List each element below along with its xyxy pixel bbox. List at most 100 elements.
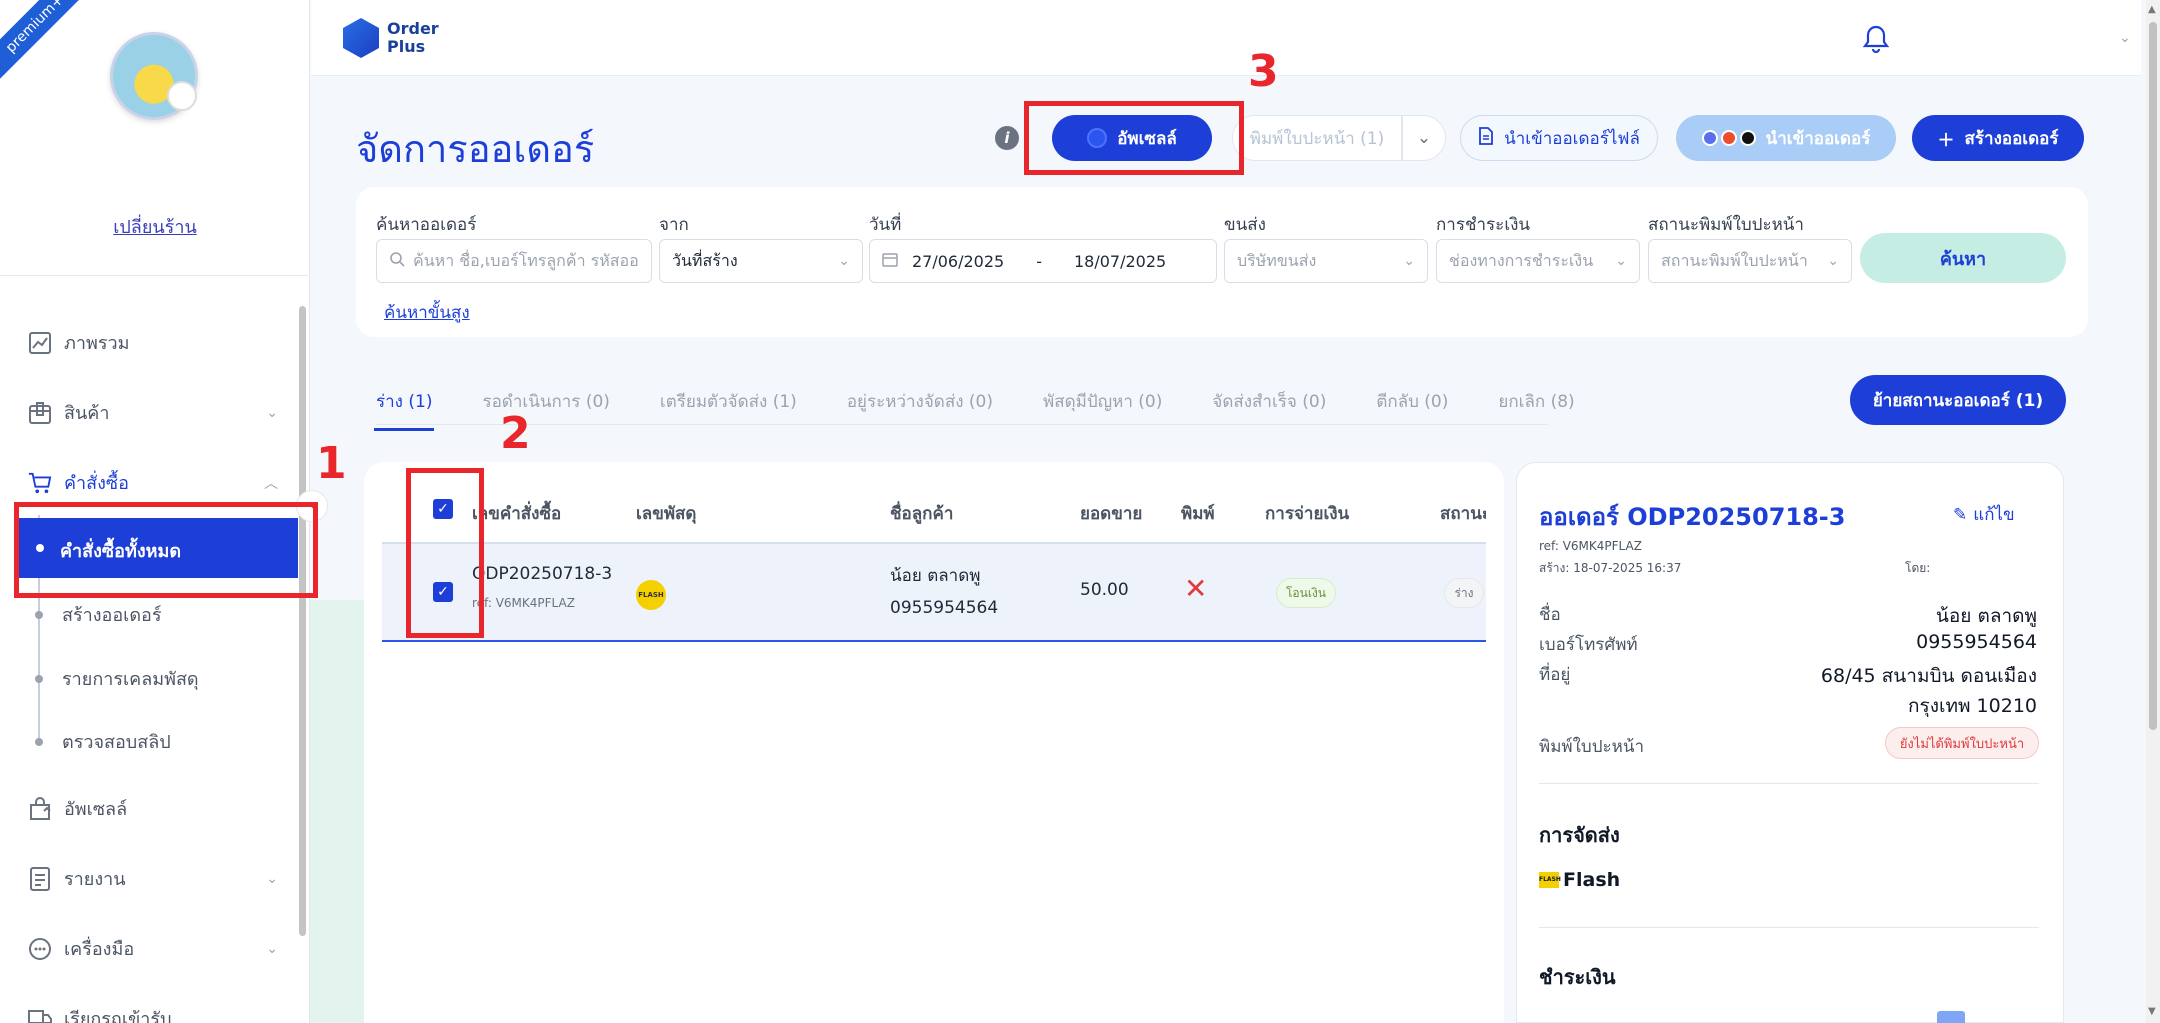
logo-cube-icon: [343, 18, 379, 58]
chevron-down-icon: ⌄: [1827, 253, 1839, 269]
chevron-down-icon[interactable]: ⌄: [2119, 30, 2131, 46]
column-header-customer[interactable]: ชื่อลูกค้า: [890, 500, 953, 527]
tab-draft[interactable]: ร่าง (1): [373, 388, 435, 431]
column-header-tracking[interactable]: เลขพัสดุ: [636, 500, 696, 527]
search-button[interactable]: ค้นหา: [1860, 233, 2066, 283]
chevron-down-icon: ⌄: [838, 253, 850, 269]
edit-order-button[interactable]: ✎ แก้ไข: [1953, 501, 2015, 528]
bell-icon[interactable]: [1861, 24, 1891, 54]
shipping-select[interactable]: บริษัทขนส่ง ⌄: [1224, 239, 1428, 283]
page-scrollbar[interactable]: ▲ ▼: [2146, 0, 2160, 1023]
print-status-select[interactable]: สถานะพิมพ์ใบปะหน้า ⌄: [1648, 239, 1852, 283]
payment-label: การชำระเงิน: [1436, 215, 1531, 235]
detail-divider: [1539, 927, 2039, 928]
sidebar-divider: [0, 275, 308, 276]
shipping-placeholder: บริษัทขนส่ง: [1237, 250, 1317, 270]
advanced-search-link[interactable]: ค้นหาขั้นสูง: [384, 299, 470, 326]
search-input[interactable]: ค้นหา ชื่อ,เบอร์โทรลูกค้า รหัสออ: [376, 239, 652, 283]
annotation-number-2: 2: [500, 408, 531, 459]
lazada-icon: [1701, 130, 1718, 146]
tab-in-transit[interactable]: อยู่ระหว่างจัดส่ง (0): [847, 388, 993, 415]
page-title: จัดการออเดอร์: [356, 127, 595, 171]
date-label: วันที่: [869, 215, 902, 235]
order-detail-title: ออเดอร์ ODP20250718-3: [1539, 503, 1846, 531]
print-dropdown-button[interactable]: ⌄: [1402, 115, 1446, 161]
report-icon: [28, 866, 52, 891]
customer-phone: 0955954564: [890, 598, 999, 618]
change-shop-link[interactable]: เปลี่ยนร้าน: [0, 212, 310, 241]
app-logo[interactable]: Order Plus: [343, 18, 439, 58]
tab-cancelled[interactable]: ยกเลิก (8): [1498, 388, 1574, 415]
detail-ref: ref: V6MK4PFLAZ: [1539, 539, 1642, 553]
order-number[interactable]: ODP20250718-3: [472, 564, 612, 584]
premium-ribbon: premium+: [0, 0, 98, 87]
move-status-button[interactable]: ย้ายสถานะออเดอร์ (1): [1850, 375, 2066, 425]
sidebar-item-label: รายงาน: [64, 869, 126, 890]
column-header-printed[interactable]: พิมพ์: [1181, 500, 1215, 527]
sidebar-item-label: คำสั่งซื้อ: [64, 473, 129, 494]
submenu-item-check-slip[interactable]: ตรวจสอบสลิป: [35, 727, 171, 756]
date-range-input[interactable]: 27/06/2025 - 18/07/2025: [869, 239, 1217, 283]
chevron-down-icon: ⌄: [266, 870, 278, 887]
scrollbar-thumb[interactable]: [2149, 22, 2157, 730]
sidebar-item-overview[interactable]: ภาพรวม: [28, 328, 278, 357]
from-select[interactable]: วันที่สร้าง ⌄: [659, 239, 863, 283]
print-status-badge: ยังไม่ได้พิมพ์ใบปะหน้า: [1885, 727, 2039, 759]
tab-preparing[interactable]: เตรียมตัวจัดส่ง (1): [660, 388, 797, 415]
customer-name: น้อย ตลาดพู: [890, 566, 981, 586]
shop-avatar[interactable]: [110, 32, 198, 120]
column-header-amount[interactable]: ยอดขาย: [1080, 500, 1142, 527]
column-header-status[interactable]: สถานะ: [1440, 500, 1486, 527]
chat-icon: [28, 937, 52, 961]
tabs-divider: [376, 424, 1548, 425]
tab-problem[interactable]: พัสดุมีปัญหา (0): [1043, 388, 1162, 415]
annotation-number-3: 3: [1248, 46, 1279, 97]
payment-select[interactable]: ช่องทางการชำระเงิน ⌄: [1436, 239, 1640, 283]
sidebar-scrollbar[interactable]: [299, 306, 306, 936]
payment-action-icon[interactable]: [1937, 1011, 1965, 1023]
sidebar-item-label: อัพเซลล์: [64, 799, 128, 820]
sidebar-item-label: เรียกรถเข้ารับ: [64, 1009, 172, 1023]
cart-icon: [28, 471, 52, 495]
submenu-item-claims[interactable]: รายการเคลมพัสดุ: [35, 664, 199, 693]
from-value: วันที่สร้าง: [672, 250, 738, 270]
submenu-item-label: ตรวจสอบสลิป: [62, 732, 171, 753]
bullet-icon: [35, 737, 43, 746]
name-value: น้อย ตลาดพู: [1935, 605, 2037, 627]
sidebar-item-products[interactable]: สินค้า ⌄: [28, 398, 278, 427]
tab-delivered[interactable]: จัดส่งสำเร็จ (0): [1212, 388, 1326, 415]
truck-icon: [28, 1007, 52, 1023]
sidebar-item-reports[interactable]: รายงาน ⌄: [28, 864, 278, 893]
scroll-up-icon[interactable]: ▲: [2148, 4, 2156, 15]
name-label: ชื่อ: [1539, 605, 1561, 625]
import-file-button-label: นำเข้าออเดอร์ไฟล์: [1504, 128, 1640, 149]
date-separator: -: [1036, 251, 1042, 271]
address-line-2: กรุงเทพ 10210: [1907, 695, 2037, 717]
chevron-down-icon: ⌄: [1403, 253, 1415, 269]
sidebar-item-tools[interactable]: เครื่องมือ ⌄: [28, 934, 278, 963]
column-header-order-no[interactable]: เลขคำสั่งซื้อ: [472, 500, 561, 527]
import-file-button[interactable]: นำเข้าออเดอร์ไฟล์: [1460, 115, 1658, 161]
order-detail-panel: ออเดอร์ ODP20250718-3 ✎ แก้ไข ref: V6MK4…: [1516, 462, 2064, 1023]
column-header-payment[interactable]: การจ่ายเงิน: [1265, 500, 1349, 527]
sidebar-item-orders[interactable]: คำสั่งซื้อ ︿: [28, 468, 278, 497]
scroll-down-icon[interactable]: ▼: [2148, 1006, 2156, 1017]
marketplace-icons: [1701, 130, 1756, 146]
bullet-icon: [35, 610, 43, 619]
sidebar-item-pickup[interactable]: เรียกรถเข้ารับ: [28, 1004, 278, 1023]
address-line-1: 68/45 สนามบิน ดอนเมือง: [1820, 665, 2037, 687]
import-marketplace-button[interactable]: นำเข้าออเดอร์: [1676, 115, 1896, 161]
filter-card: ค้นหาออเดอร์ ค้นหา ชื่อ,เบอร์โทรลูกค้า ร…: [356, 187, 2088, 337]
print-label-button[interactable]: พิมพ์ใบปะหน้า (1): [1232, 115, 1402, 161]
submenu-item-create-order[interactable]: สร้างออเดอร์: [35, 600, 162, 629]
flash-logo-icon: FLASH: [636, 580, 666, 610]
info-icon[interactable]: i: [995, 126, 1019, 150]
sidebar-item-label: ภาพรวม: [64, 333, 130, 354]
chevron-down-icon: ⌄: [266, 940, 278, 957]
create-order-button[interactable]: ＋ สร้างออเดอร์: [1912, 115, 2084, 161]
sidebar-item-upsell[interactable]: อัพเซลล์: [28, 794, 278, 823]
status-tabs: ร่าง (1) รอดำเนินการ (0) เตรียมตัวจัดส่ง…: [373, 388, 1575, 431]
document-icon: [1478, 126, 1494, 150]
tab-returned[interactable]: ตีกลับ (0): [1376, 388, 1448, 415]
date-from: 27/06/2025: [912, 251, 1005, 271]
